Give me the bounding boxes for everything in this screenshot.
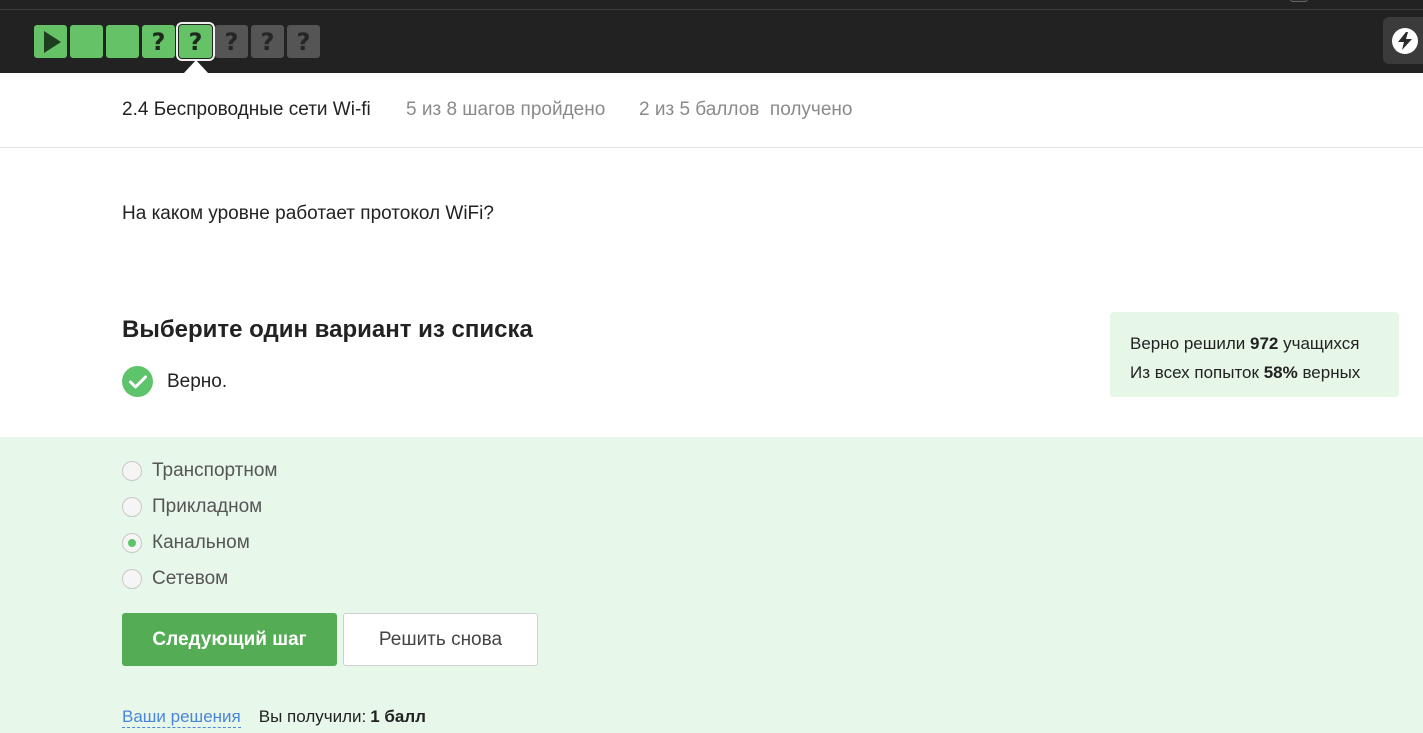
question-mark-icon: ?: [151, 27, 166, 56]
stats-box: Верно решили 972 учащихся Из всех попыто…: [1110, 312, 1399, 397]
radio-button[interactable]: [122, 497, 142, 517]
got-label: Вы получили:: [258, 707, 367, 726]
toolbar-handle: [1290, 0, 1308, 2]
step-passed-2[interactable]: [70, 25, 103, 58]
option-application[interactable]: Прикладном: [122, 496, 262, 518]
question-mark-icon: ?: [296, 27, 311, 56]
option-label: Транспортном: [152, 460, 278, 481]
step-passed-3[interactable]: [106, 25, 139, 58]
step-current-5[interactable]: ?: [176, 22, 215, 61]
lesson-score: 2 из 5 баллов получено: [639, 99, 853, 120]
option-transport[interactable]: Транспортном: [122, 460, 278, 482]
next-step-button[interactable]: Следующий шаг: [122, 613, 337, 666]
option-label: Прикладном: [152, 496, 263, 517]
step-locked-8[interactable]: ?: [287, 25, 320, 58]
lesson-title[interactable]: 2.4 Беспроводные сети Wi-fi: [122, 99, 371, 121]
step-locked-7[interactable]: ?: [251, 25, 284, 58]
lesson-header: 2.4 Беспроводные сети Wi-fi 5 из 8 шагов…: [0, 73, 1423, 148]
question-text: На каком уровне работает протокол WiFi?: [122, 203, 494, 224]
radio-dot: [128, 539, 136, 547]
attempts-percent: 58%: [1263, 363, 1298, 382]
check-icon: [122, 366, 153, 397]
option-datalink[interactable]: Канальном: [122, 532, 250, 554]
question-mark-icon: ?: [188, 27, 203, 56]
radio-button[interactable]: [122, 569, 142, 589]
answer-panel: Транспортном Прикладном Канальном Сетево…: [0, 437, 1423, 733]
steps-toolbar: ? ? ? ? ?: [0, 0, 1423, 73]
lesson-progress: 5 из 8 шагов пройдено: [406, 99, 606, 120]
attempts-stat: Из всех попыток 58% верных: [1130, 363, 1361, 382]
got-value: 1 балл: [370, 707, 426, 726]
solved-stat: Верно решили 972 учащихся: [1130, 334, 1360, 353]
choose-title: Выберите один вариант из списка: [122, 316, 533, 343]
option-label: Канальном: [152, 532, 250, 553]
your-solutions-link[interactable]: Ваши решения: [122, 707, 241, 728]
quick-action-button[interactable]: [1383, 17, 1423, 64]
step-question-4[interactable]: ?: [142, 25, 175, 58]
option-label: Сетевом: [152, 568, 229, 589]
lightning-icon: [1392, 27, 1418, 54]
question-mark-icon: ?: [260, 27, 275, 56]
current-step-pointer: [184, 60, 208, 73]
question-mark-icon: ?: [224, 27, 239, 56]
verdict-text: Верно.: [167, 370, 228, 392]
step-locked-6[interactable]: ?: [215, 25, 248, 58]
result-footer: Ваши решения Вы получили: 1 балл: [122, 707, 426, 728]
step-play-button[interactable]: [34, 25, 67, 58]
toolbar-divider: [0, 9, 1423, 10]
option-network[interactable]: Сетевом: [122, 568, 228, 590]
radio-button-selected[interactable]: [122, 533, 142, 553]
play-icon: [44, 30, 61, 53]
verdict: Верно.: [122, 366, 227, 397]
radio-button[interactable]: [122, 461, 142, 481]
solve-again-button[interactable]: Решить снова: [343, 613, 538, 666]
solved-count: 972: [1250, 334, 1279, 353]
